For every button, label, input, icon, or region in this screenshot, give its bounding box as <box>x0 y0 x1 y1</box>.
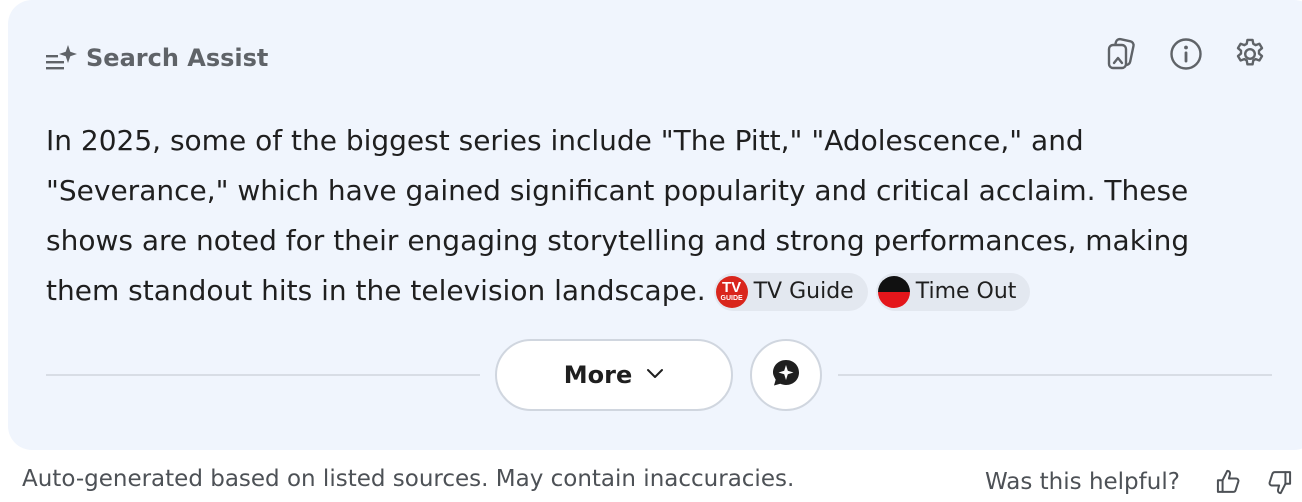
settings-icon[interactable] <box>1232 34 1268 74</box>
chat-button[interactable] <box>750 339 822 411</box>
tv-guide-logo: TV GUIDE <box>715 276 748 308</box>
chevron-down-icon <box>646 366 664 384</box>
divider-left <box>46 374 480 376</box>
disclaimer-text: Auto-generated based on listed sources. … <box>22 466 795 492</box>
source-chip-time-out[interactable]: Time Out <box>875 273 1031 311</box>
sparkle-list-icon <box>46 42 78 74</box>
more-button-label: More <box>563 361 633 389</box>
copy-sources-icon[interactable] <box>1104 34 1140 74</box>
source-chip-tv-guide[interactable]: TV GUIDE TV Guide <box>713 273 868 311</box>
feedback-area: Was this helpful? <box>985 462 1296 502</box>
thumbs-up-icon[interactable] <box>1212 462 1246 502</box>
more-button[interactable]: More <box>495 339 733 411</box>
search-assist-header: Search Assist <box>46 40 268 76</box>
info-icon[interactable] <box>1168 34 1204 74</box>
time-out-logo <box>877 276 910 308</box>
divider-right <box>838 374 1272 376</box>
source-chip-label: Time Out <box>915 279 1017 304</box>
header-actions <box>1104 34 1268 74</box>
feedback-label: Was this helpful? <box>985 469 1180 495</box>
search-assist-title: Search Assist <box>86 44 269 72</box>
chat-sparkle-icon <box>770 357 802 394</box>
search-assist-summary: In 2025, some of the biggest series incl… <box>46 116 1226 316</box>
thumbs-down-icon[interactable] <box>1262 462 1296 502</box>
source-chip-label: TV Guide <box>753 279 854 304</box>
